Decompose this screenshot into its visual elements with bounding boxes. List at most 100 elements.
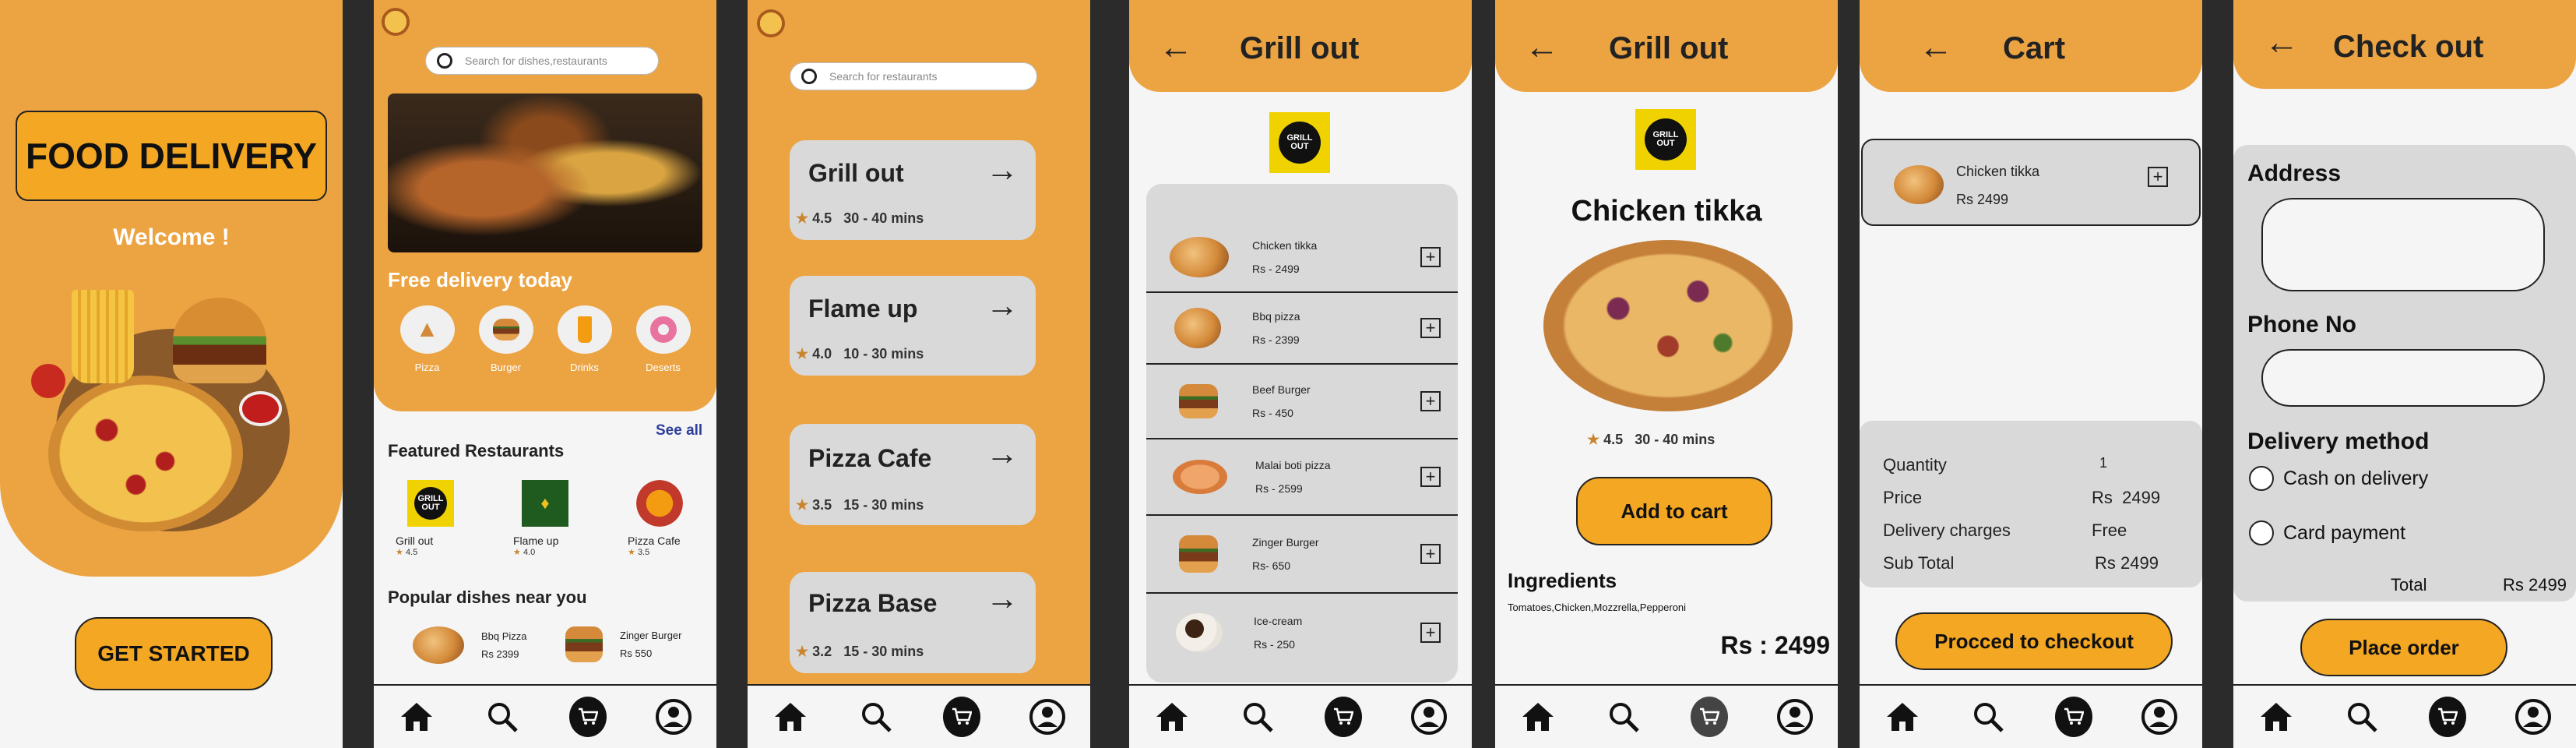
- place-order-label: Place order: [2349, 635, 2459, 659]
- arrow-right-icon[interactable]: →: [986, 435, 1019, 472]
- restaurant-card[interactable]: Pizza Base → ★ 3.2 15 - 30 mins: [790, 572, 1036, 673]
- home-icon[interactable]: [398, 698, 435, 736]
- dish-title: Chicken tikka: [1571, 195, 1762, 228]
- featured-restaurant[interactable]: ♦ Flame up ★ 4.0: [502, 480, 588, 557]
- add-to-cart-label: Add to cart: [1621, 499, 1728, 523]
- popular-dish[interactable]: Bbq Pizza Rs 2399: [413, 626, 527, 664]
- cart-nav-icon[interactable]: [1691, 697, 1728, 737]
- search-nav-icon[interactable]: [1969, 698, 2007, 736]
- profile-nav-icon[interactable]: [1410, 698, 1448, 736]
- grill-out-logo: GRILL OUT: [407, 480, 454, 527]
- checkout-label: Procced to checkout: [1934, 629, 2134, 653]
- add-item-button[interactable]: +: [1420, 623, 1441, 643]
- back-arrow-icon[interactable]: ←: [1159, 28, 1193, 67]
- profile-nav-icon[interactable]: [655, 698, 692, 736]
- search-nav-icon[interactable]: [484, 698, 521, 736]
- burger-image: [173, 298, 266, 383]
- home-icon[interactable]: [772, 698, 809, 736]
- promo-banner[interactable]: [388, 94, 702, 252]
- pizza-image: [48, 376, 243, 531]
- home-icon[interactable]: [1884, 698, 1921, 736]
- profile-nav-icon[interactable]: [2514, 698, 2552, 736]
- radio-card[interactable]: [2249, 520, 2274, 545]
- place-order-button[interactable]: Place order: [2300, 619, 2507, 676]
- delivery-time: 15 - 30 mins: [843, 497, 924, 513]
- cart-nav-icon[interactable]: [943, 697, 980, 737]
- menu-item[interactable]: Bbq pizza Rs - 2399 +: [1146, 293, 1458, 365]
- cart-nav-icon[interactable]: [2429, 697, 2466, 737]
- star-icon: ★: [796, 497, 809, 513]
- dish-image: [1179, 384, 1218, 418]
- menu-item[interactable]: Ice-cream Rs - 250 +: [1146, 594, 1458, 672]
- donut-icon: [635, 305, 691, 354]
- cart-item[interactable]: Chicken tikka Rs 2499 +: [1861, 139, 2201, 226]
- search-nav-icon[interactable]: [857, 698, 895, 736]
- add-item-button[interactable]: +: [1420, 391, 1441, 411]
- profile-nav-icon[interactable]: [2141, 698, 2178, 736]
- menu-item[interactable]: Beef Burger Rs - 450 +: [1146, 365, 1458, 439]
- add-item-button[interactable]: +: [1420, 544, 1441, 564]
- add-item-button[interactable]: +: [1420, 247, 1441, 267]
- search-nav-icon[interactable]: [2343, 698, 2381, 736]
- back-arrow-icon[interactable]: ←: [2265, 23, 2299, 62]
- checkout-button[interactable]: Procced to checkout: [1895, 612, 2173, 670]
- restaurants-screen: Search for restaurants Grill out → ★ 4.5…: [748, 0, 1090, 748]
- add-to-cart-button[interactable]: Add to cart: [1576, 477, 1772, 545]
- profile-nav-icon[interactable]: [1776, 698, 1814, 736]
- arrow-right-icon[interactable]: →: [986, 151, 1019, 189]
- phone-field[interactable]: [2261, 349, 2545, 407]
- restaurant-name: Pizza Base: [808, 589, 938, 617]
- cart-nav-icon[interactable]: [569, 697, 607, 737]
- menu-item[interactable]: Chicken tikka Rs - 2499 +: [1146, 223, 1458, 293]
- menu-item[interactable]: Malai boti pizza Rs - 2599 +: [1146, 439, 1458, 516]
- profile-nav-icon[interactable]: [1029, 698, 1066, 736]
- featured-restaurant[interactable]: Pizza Cafe ★ 3.5: [617, 480, 702, 557]
- arrow-right-icon[interactable]: →: [986, 287, 1019, 324]
- checkout-form: Address Phone No Delivery method Cash on…: [2233, 145, 2576, 602]
- get-started-button[interactable]: GET STARTED: [75, 617, 273, 690]
- delivery-time: 15 - 30 mins: [843, 644, 924, 659]
- see-all-link[interactable]: See all: [656, 422, 702, 439]
- home-icon[interactable]: [2258, 698, 2295, 736]
- add-item-button[interactable]: +: [1420, 318, 1441, 338]
- dish-price: Rs - 450: [1252, 407, 1293, 419]
- radio-cash[interactable]: [2249, 466, 2274, 491]
- checkout-screen: ← Check out Address Phone No Delivery me…: [2233, 0, 2576, 748]
- cart-nav-icon[interactable]: [1325, 697, 1362, 737]
- tomato-image: [31, 364, 65, 398]
- search-nav-icon[interactable]: [1239, 698, 1276, 736]
- address-field[interactable]: [2261, 198, 2545, 291]
- add-item-button[interactable]: +: [1420, 467, 1441, 487]
- featured-restaurant[interactable]: GRILL OUT Grill out ★ 4.5: [388, 480, 473, 557]
- arrow-right-icon[interactable]: →: [986, 580, 1019, 617]
- search-nav-icon[interactable]: [1605, 698, 1642, 736]
- restaurant-card[interactable]: Flame up → ★ 4.0 10 - 30 mins: [790, 276, 1036, 376]
- dish-image: [1173, 460, 1227, 494]
- dish-image: [1174, 308, 1221, 348]
- star-icon: ★: [796, 346, 809, 362]
- home-search-bar[interactable]: Search for dishes,restaurants: [425, 47, 659, 75]
- back-arrow-icon[interactable]: ←: [1919, 28, 1953, 67]
- restaurant-card[interactable]: Grill out → ★ 4.5 30 - 40 mins: [790, 140, 1036, 240]
- popular-dish[interactable]: Zinger Burger Rs 550: [565, 626, 681, 662]
- back-arrow-icon[interactable]: ←: [1525, 28, 1559, 67]
- add-item-button[interactable]: +: [2148, 167, 2168, 187]
- menu-item[interactable]: Zinger Burger Rs- 650 +: [1146, 516, 1458, 594]
- welcome-title: FOOD DELIVERY: [26, 136, 317, 176]
- card-option[interactable]: Card payment: [2249, 520, 2405, 545]
- cash-option[interactable]: Cash on delivery: [2249, 466, 2428, 491]
- category-drinks[interactable]: Drinks: [557, 305, 612, 383]
- restaurant-card[interactable]: Pizza Cafe → ★ 3.5 15 - 30 mins: [790, 424, 1036, 525]
- category-pizza[interactable]: ▲ Pizza: [399, 305, 455, 383]
- dish-price: Rs - 2599: [1255, 482, 1303, 495]
- restaurant-search-bar[interactable]: Search for restaurants: [790, 62, 1037, 90]
- home-icon[interactable]: [1153, 698, 1191, 736]
- restaurant-rating: 4.5: [405, 548, 418, 557]
- dish-name: Ice-cream: [1254, 615, 1303, 627]
- cart-nav-icon[interactable]: [2055, 697, 2092, 737]
- category-deserts[interactable]: Deserts: [635, 305, 691, 383]
- category-burger[interactable]: Burger: [478, 305, 533, 383]
- home-icon[interactable]: [1519, 698, 1557, 736]
- bottom-nav: [1129, 684, 1472, 748]
- dish-name: Malai boti pizza: [1255, 459, 1331, 471]
